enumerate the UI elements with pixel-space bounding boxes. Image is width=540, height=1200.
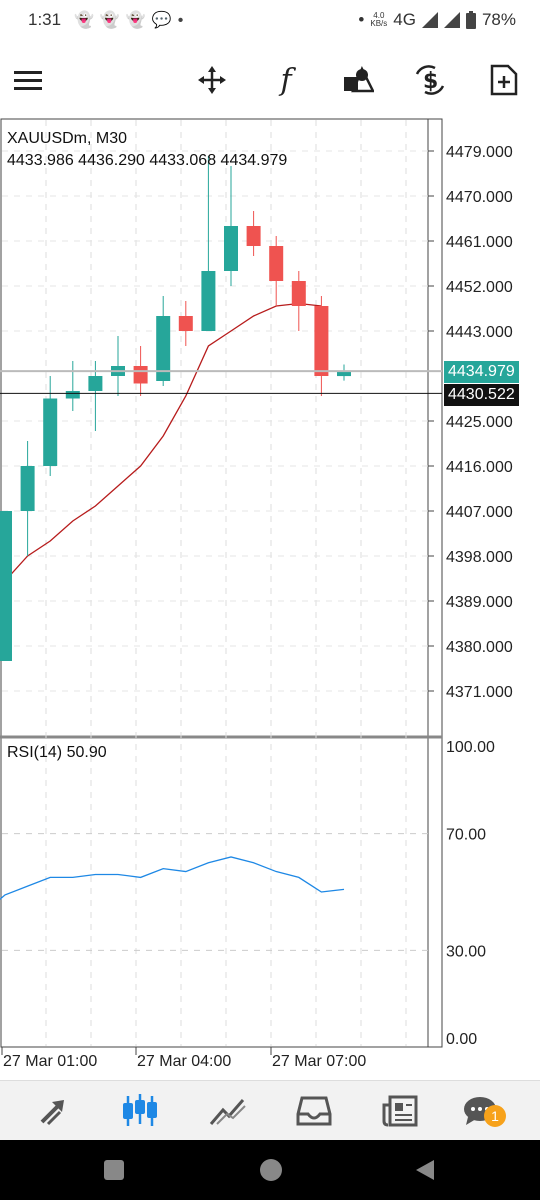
dot-icon: •	[358, 10, 365, 29]
more-dot-icon: •	[177, 12, 190, 29]
rsi-level-label: 0.00	[446, 1031, 477, 1048]
price-label: 4371.000	[446, 684, 513, 701]
bottom-navigation: 1	[0, 1080, 540, 1141]
net-speed-unit: KB/s	[370, 19, 388, 28]
time-axis: 27 Mar 01:00 27 Mar 04:00 27 Mar 07:00	[1, 1047, 366, 1070]
crosshair-icon[interactable]	[194, 62, 230, 98]
back-icon[interactable]	[414, 1158, 436, 1182]
candle-body	[314, 306, 329, 376]
price-label: 4443.000	[446, 324, 513, 341]
network-type: 4G	[393, 10, 416, 29]
top-toolbar: f $	[0, 40, 540, 118]
history-icon[interactable]	[292, 1089, 336, 1133]
chart-icon[interactable]	[118, 1089, 162, 1133]
menu-icon[interactable]	[10, 62, 46, 98]
shapes-icon[interactable]	[340, 62, 376, 98]
time-label: 27 Mar 07:00	[272, 1053, 366, 1070]
candle-body	[65, 391, 80, 399]
candle-body	[43, 398, 58, 466]
price-label: 4416.000	[446, 459, 513, 476]
candle-body	[269, 246, 284, 281]
recent-apps-icon[interactable]	[104, 1160, 124, 1180]
message-badge: 1	[484, 1105, 506, 1127]
status-bar: 1:31 👻👻👻💬• • 4.0 KB/s 4G 78%	[0, 0, 540, 40]
time-label: 27 Mar 04:00	[137, 1053, 231, 1070]
battery-level: 78%	[481, 10, 516, 29]
status-right: • 4.0 KB/s 4G 78%	[358, 10, 516, 30]
trade-icon[interactable]: $	[412, 62, 448, 98]
candle-body	[246, 226, 261, 246]
candle-body	[88, 376, 103, 391]
signal-icon	[421, 12, 438, 28]
candle-body	[201, 271, 216, 331]
candles	[0, 156, 351, 661]
function-icon[interactable]: f	[268, 62, 304, 98]
price-label: 4389.000	[446, 594, 513, 611]
candle-body	[178, 316, 193, 331]
signal-icon	[443, 12, 460, 28]
snapchat-icon: 👻	[125, 12, 152, 29]
home-icon[interactable]	[260, 1159, 282, 1181]
rsi-level-label: 100.00	[446, 739, 495, 756]
snapchat-icon: 👻	[99, 12, 126, 29]
grid	[2, 120, 428, 1046]
battery-icon	[465, 11, 476, 29]
candle-body	[291, 281, 306, 306]
candle-body	[133, 366, 148, 384]
quotes-icon[interactable]	[34, 1089, 78, 1133]
price-label: 4470.000	[446, 189, 513, 206]
trade-icon[interactable]	[206, 1089, 250, 1133]
new-order-icon[interactable]	[486, 62, 522, 98]
current-price-tag: 4434.979	[444, 361, 519, 383]
price-lines	[0, 370, 442, 394]
rsi-label: RSI(14) 50.90	[7, 744, 107, 761]
snapchat-icon: 👻	[74, 12, 100, 29]
price-label: 4398.000	[446, 549, 513, 566]
price-chart[interactable]: 4479.000 4470.000 4461.000 4452.000 4443.000…	[0, 118, 540, 1080]
price-label: 4479.000	[446, 144, 513, 161]
price-label: 4425.000	[446, 414, 513, 431]
rsi-indicator: 100.00 70.00 30.00 0.00	[0, 739, 495, 1048]
price-label: 4452.000	[446, 279, 513, 296]
notification-icons: 👻👻👻💬•	[74, 10, 189, 30]
main-chart-frame	[0, 118, 443, 738]
svg-text:$: $	[423, 69, 438, 94]
time-label: 27 Mar 01:00	[3, 1053, 97, 1070]
chat-bubble-icon: 💬	[151, 12, 178, 29]
price-label: 4380.000	[446, 639, 513, 656]
price-label: 4407.000	[446, 504, 513, 521]
rsi-frame	[0, 736, 443, 1048]
chart-area[interactable]: 4479.000 4470.000 4461.000 4452.000 4443.000…	[0, 118, 540, 1080]
price-label: 4461.000	[446, 234, 513, 251]
ohlc-label: 4433.986 4436.290 4433.068 4434.979	[7, 152, 288, 169]
news-icon[interactable]	[378, 1089, 422, 1133]
candle-body	[0, 511, 12, 661]
symbol-label: XAUUSDm, M30	[7, 130, 128, 147]
net-speed: 4.0 KB/s	[370, 12, 387, 28]
status-time: 1:31	[28, 10, 62, 29]
candle-body	[20, 466, 35, 511]
candle-body	[224, 226, 238, 271]
rsi-line	[0, 856, 345, 900]
price-axis: 4479.000 4470.000 4461.000 4452.000 4443.000…	[428, 144, 513, 701]
crosshair-price-tag: 4430.522	[444, 384, 519, 406]
system-navigation	[0, 1140, 540, 1200]
rsi-level-label: 70.00	[446, 827, 486, 844]
rsi-level-label: 30.00	[446, 943, 486, 960]
